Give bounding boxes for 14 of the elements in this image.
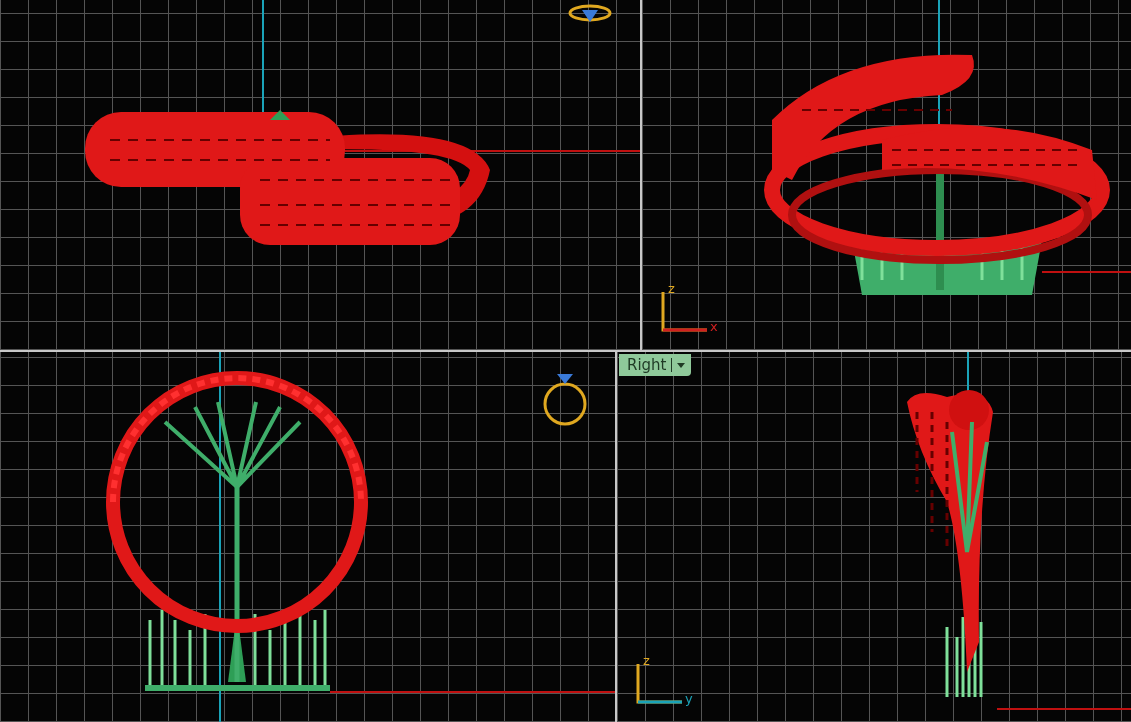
axis-label: z	[643, 654, 650, 667]
caret-icon[interactable]	[670, 358, 687, 372]
axis-gizmo-icon	[635, 664, 683, 704]
viewport-panel[interactable]	[0, 352, 615, 722]
viewport-panel[interactable]: Right z y	[617, 352, 1131, 722]
ring-gizmo-icon[interactable]	[543, 374, 587, 426]
axis-label: z	[668, 282, 675, 295]
viewport-panel[interactable]: z x	[642, 0, 1131, 350]
axis-label: y	[685, 692, 693, 705]
axis-label: x	[710, 320, 718, 333]
axis-gizmo-icon	[660, 292, 708, 332]
viewport-panel[interactable]	[0, 0, 640, 350]
ring-gizmo-icon[interactable]	[568, 4, 612, 22]
viewport-tab[interactable]: Right	[619, 354, 691, 376]
